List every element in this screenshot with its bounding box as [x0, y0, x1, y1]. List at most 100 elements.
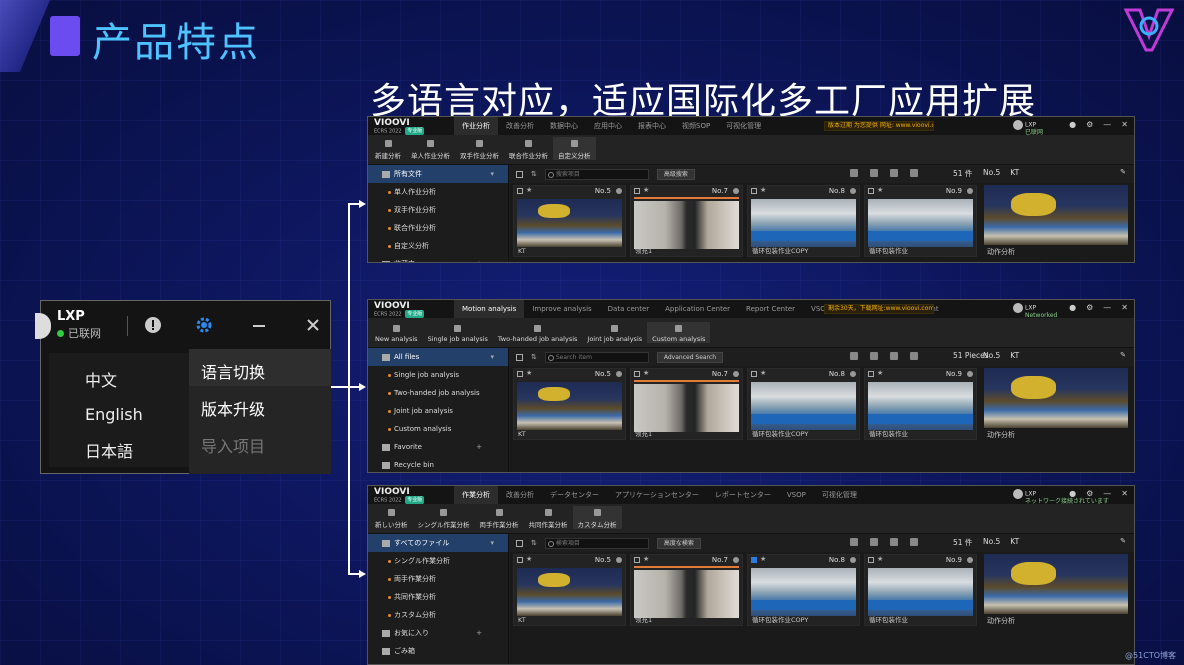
search-input[interactable]: Search item	[544, 351, 649, 363]
close-icon[interactable]: ✕	[1121, 489, 1128, 498]
avatar[interactable]	[35, 313, 51, 339]
video-icon[interactable]	[850, 352, 858, 360]
star-icon[interactable]: ★	[526, 555, 532, 563]
card-menu-icon[interactable]	[967, 188, 973, 194]
card-checkbox[interactable]	[634, 188, 640, 194]
close-icon[interactable]	[303, 315, 323, 335]
card-menu-icon[interactable]	[616, 188, 622, 194]
card-menu-icon[interactable]	[733, 371, 739, 377]
alert-icon[interactable]: ●	[1069, 120, 1076, 129]
star-icon[interactable]: ★	[877, 186, 883, 194]
toolbar-button[interactable]: カスタム分析	[572, 506, 622, 529]
sidebar-subitem[interactable]: シングル作業分析	[368, 552, 508, 570]
star-icon[interactable]: ★	[760, 186, 766, 194]
star-icon[interactable]: ★	[526, 186, 532, 194]
nav-tab[interactable]: アプリケーションセンター	[607, 486, 707, 504]
close-icon[interactable]: ✕	[1121, 120, 1128, 129]
nav-tab[interactable]: Improve analysis	[524, 300, 599, 318]
sidebar-favorite[interactable]: Favorite +	[368, 438, 508, 456]
nav-tab[interactable]: 可视化管理	[814, 486, 865, 504]
user-info[interactable]: LXP Networked	[1013, 303, 1057, 319]
project-card[interactable]: ★ No.7 领充1	[630, 554, 743, 626]
toolbar-button[interactable]: 单人作业分析	[406, 140, 455, 160]
toolbar-button[interactable]: Two-handed job analysis	[493, 325, 583, 343]
add-icon[interactable]: +	[476, 624, 482, 642]
add-icon[interactable]: +	[476, 255, 482, 262]
star-icon[interactable]: ★	[760, 555, 766, 563]
chevron-down-icon[interactable]: ▾	[490, 534, 494, 552]
nav-tab[interactable]: 改善分析	[498, 117, 542, 135]
project-card[interactable]: ★ No.5 KT	[513, 554, 626, 626]
minimize-icon[interactable]	[249, 315, 269, 335]
video-icon[interactable]	[850, 538, 858, 546]
card-checkbox[interactable]	[751, 371, 757, 377]
card-menu-icon[interactable]	[616, 371, 622, 377]
trash-icon[interactable]	[910, 538, 918, 546]
edit-icon[interactable]: ✎	[1120, 168, 1126, 176]
project-card[interactable]: ★ No.7 领充1	[630, 368, 743, 440]
toolbar-button[interactable]: シングル作業分析	[413, 509, 475, 529]
sidebar-all-files[interactable]: All files ▾	[368, 348, 508, 366]
card-menu-icon[interactable]	[850, 371, 856, 377]
copy-icon[interactable]	[870, 169, 878, 177]
sidebar-favorite[interactable]: 收藏夹+	[368, 255, 508, 262]
advanced-search-button[interactable]: 高度な検索	[656, 537, 701, 549]
card-checkbox[interactable]	[751, 557, 757, 563]
search-input[interactable]: 検索項目	[544, 537, 649, 549]
user-info[interactable]: LXP 已联网	[1013, 120, 1043, 136]
project-card[interactable]: ★ No.8 循环包装作业COPY	[747, 368, 860, 440]
copy-icon[interactable]	[870, 538, 878, 546]
star-icon[interactable]: ★	[643, 555, 649, 563]
card-menu-icon[interactable]	[850, 557, 856, 563]
star-icon[interactable]: ★	[643, 369, 649, 377]
card-menu-icon[interactable]	[967, 371, 973, 377]
star-icon[interactable]: ★	[643, 186, 649, 194]
nav-tab[interactable]: 作业分析	[454, 117, 498, 135]
layers-icon[interactable]	[890, 538, 898, 546]
card-checkbox[interactable]	[751, 188, 757, 194]
nav-tab[interactable]: Application Center	[657, 300, 738, 318]
alert-icon[interactable]	[143, 315, 163, 335]
project-card[interactable]: ★ No.8 循环包装作业COPY	[747, 185, 860, 257]
edit-icon[interactable]: ✎	[1120, 351, 1126, 359]
nav-tab[interactable]: 视频SOP	[674, 117, 718, 135]
card-checkbox[interactable]	[517, 188, 523, 194]
toolbar-button[interactable]: New analysis	[370, 325, 423, 343]
notice-banner[interactable]: 剩余30天，下载网址:www.vioovi.com	[824, 304, 934, 314]
chevron-down-icon[interactable]: ▾	[490, 165, 494, 183]
toolbar-button[interactable]: 新建分析	[370, 140, 406, 160]
project-card[interactable]: ★ No.7 领充1	[630, 185, 743, 257]
nav-tab[interactable]: レポートセンター	[707, 486, 779, 504]
toolbar-button[interactable]: 新しい分析	[370, 509, 413, 529]
edit-icon[interactable]: ✎	[1120, 537, 1126, 545]
minimize-icon[interactable]: —	[1103, 120, 1111, 129]
trash-icon[interactable]	[910, 169, 918, 177]
card-menu-icon[interactable]	[967, 557, 973, 563]
nav-tab[interactable]: 应用中心	[586, 117, 630, 135]
layers-icon[interactable]	[890, 169, 898, 177]
sidebar-favorite[interactable]: お気に入り +	[368, 624, 508, 642]
lang-japanese[interactable]: 日本語	[85, 438, 189, 462]
select-all-checkbox[interactable]	[516, 170, 523, 178]
gear-icon[interactable]: ⚙	[1086, 303, 1093, 312]
select-all-checkbox[interactable]	[516, 353, 523, 361]
toolbar-button[interactable]: 自定义分析	[553, 137, 596, 160]
minimize-icon[interactable]: —	[1103, 303, 1111, 312]
sidebar-subitem[interactable]: Single job analysis	[368, 366, 508, 384]
nav-tab[interactable]: 数据中心	[542, 117, 586, 135]
search-input[interactable]: 搜索项目	[544, 168, 649, 180]
project-card[interactable]: ★ No.5 KT	[513, 368, 626, 440]
nav-tab[interactable]: VSOP	[779, 486, 814, 504]
sidebar-all-files[interactable]: 所有文件 ▾	[368, 165, 508, 183]
gear-icon[interactable]: ⚙	[1086, 120, 1093, 129]
star-icon[interactable]: ★	[877, 555, 883, 563]
star-icon[interactable]: ★	[760, 369, 766, 377]
card-checkbox[interactable]	[517, 371, 523, 377]
sidebar-subitem[interactable]: 联合作业分析	[368, 219, 508, 237]
sort-icon[interactable]: ⇅	[531, 353, 537, 361]
toolbar-button[interactable]: Single job analysis	[423, 325, 493, 343]
project-card[interactable]: ★ No.9 循环包装作业	[864, 185, 977, 257]
star-icon[interactable]: ★	[877, 369, 883, 377]
lang-english[interactable]: English	[85, 405, 189, 424]
sidebar-recycle-bin[interactable]: Recycle bin	[368, 456, 508, 472]
